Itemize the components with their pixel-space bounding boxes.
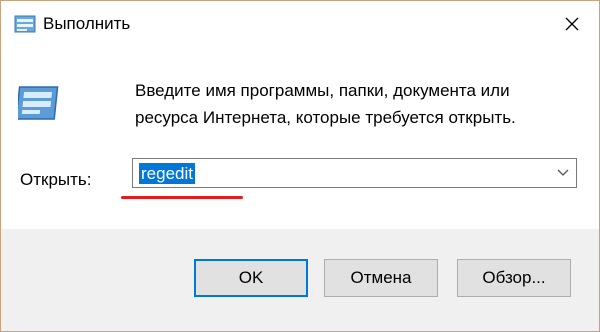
annotation-underline [121,196,243,199]
cancel-button[interactable]: Отмена [324,259,438,297]
open-combobox[interactable]: regedit [132,158,577,188]
close-button[interactable] [557,9,587,39]
ok-button[interactable]: OK [194,259,308,297]
browse-button[interactable]: Обзор... [457,259,571,297]
close-icon [565,17,579,31]
run-dialog-icon [14,15,36,33]
window-title: Выполнить [43,14,131,33]
button-bar: OK Отмена Обзор... [1,229,599,331]
title-bar: Выполнить [1,1,599,47]
chevron-down-icon[interactable] [556,166,570,180]
run-dialog: Выполнить Введите имя программы, папки, … [0,0,600,332]
open-label: Открыть: [20,170,92,189]
open-input[interactable]: regedit [139,163,195,184]
run-program-icon [18,86,59,120]
dialog-body: Введите имя программы, папки, документа … [1,47,599,229]
instructions-text: Введите имя программы, папки, документа … [135,81,516,127]
